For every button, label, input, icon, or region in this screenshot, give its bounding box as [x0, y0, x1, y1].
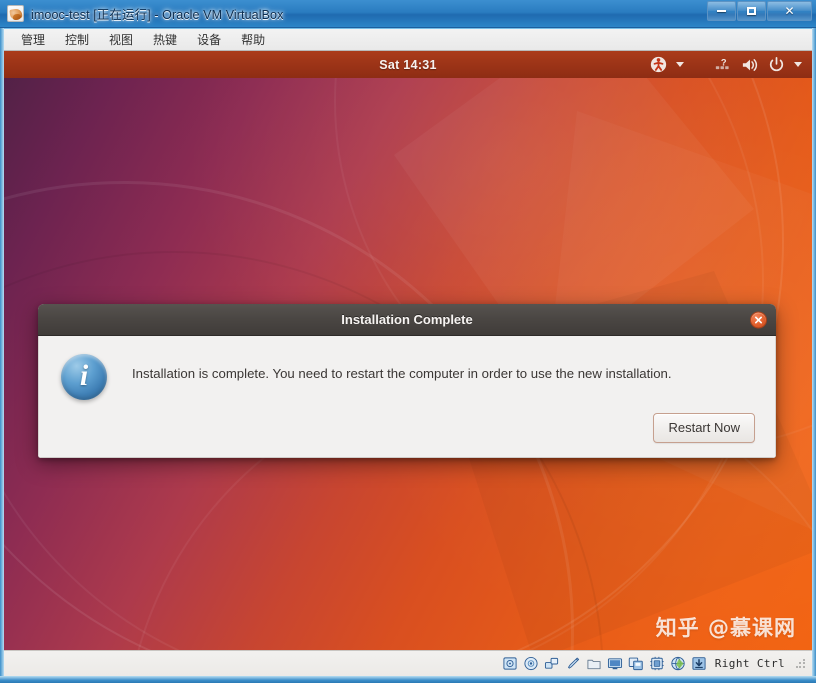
- chevron-down-icon[interactable]: [676, 62, 684, 67]
- accessibility-icon[interactable]: [650, 56, 667, 73]
- minimize-button[interactable]: [707, 1, 736, 21]
- virtualbox-window: imooc-test [正在运行] - Oracle VM VirtualBox…: [0, 0, 816, 683]
- minimize-icon: [717, 10, 726, 12]
- dialog-message: Installation is complete. You need to re…: [132, 366, 672, 381]
- maximize-icon: [747, 7, 756, 15]
- floppy-disk-icon[interactable]: [544, 656, 560, 671]
- cpu-icon[interactable]: [649, 656, 665, 671]
- keyboard-input-icon[interactable]: ?: [715, 57, 732, 72]
- hard-disk-icon[interactable]: [502, 656, 518, 671]
- menu-item-view[interactable]: 视图: [100, 29, 142, 50]
- watermark-text: 知乎 @慕课网: [655, 616, 796, 640]
- svg-text:?: ?: [721, 57, 727, 67]
- dialog-body: i Installation is complete. You need to …: [38, 336, 776, 458]
- menubar: 管理 控制 视图 热键 设备 帮助: [4, 29, 812, 51]
- menu-item-devices[interactable]: 设备: [188, 29, 230, 50]
- panel-indicators: ?: [650, 51, 802, 78]
- guest-screen[interactable]: Sat 14:31 ? 知乎 @慕课网 Installation Complet…: [4, 51, 812, 650]
- power-icon[interactable]: [768, 56, 785, 73]
- virtualbox-icon: [7, 5, 24, 22]
- ubuntu-top-panel: Sat 14:31 ?: [4, 51, 812, 78]
- optical-disk-icon[interactable]: [523, 656, 539, 671]
- chevron-down-icon[interactable]: [794, 62, 802, 67]
- shared-clipboard-icon[interactable]: [628, 656, 644, 671]
- virtualbox-statusbar: Right Ctrl: [4, 650, 812, 676]
- dialog-title: Installation Complete: [341, 312, 473, 327]
- close-icon: ✕: [784, 4, 795, 18]
- window-frame-bottom: [0, 676, 816, 683]
- close-icon: [754, 315, 763, 324]
- usb-icon[interactable]: [565, 656, 581, 671]
- restart-now-button[interactable]: Restart Now: [653, 413, 755, 443]
- installation-complete-dialog: Installation Complete i Installation is …: [38, 304, 776, 458]
- dialog-titlebar: Installation Complete: [38, 304, 776, 336]
- resize-grip[interactable]: [796, 658, 806, 669]
- info-icon-glyph: i: [79, 359, 89, 392]
- menu-item-control[interactable]: 控制: [56, 29, 98, 50]
- close-button[interactable]: ✕: [767, 1, 812, 21]
- window-frame-right: [812, 28, 816, 683]
- host-key-label: Right Ctrl: [714, 657, 785, 670]
- titlebar-left-group: imooc-test [正在运行] - Oracle VM VirtualBox: [0, 4, 283, 23]
- window-title: imooc-test [正在运行] - Oracle VM VirtualBox: [31, 8, 284, 22]
- volume-icon[interactable]: [741, 57, 759, 73]
- window-titlebar: imooc-test [正在运行] - Oracle VM VirtualBox…: [0, 0, 816, 28]
- network-icon[interactable]: [670, 656, 686, 671]
- virtualization-icon[interactable]: [691, 656, 707, 671]
- maximize-button[interactable]: [737, 1, 766, 21]
- shared-folder-icon[interactable]: [586, 656, 602, 671]
- display-icon[interactable]: [607, 656, 623, 671]
- menu-item-hotkey[interactable]: 热键: [144, 29, 186, 50]
- dialog-actions: Restart Now: [653, 413, 755, 443]
- window-controls: ✕: [707, 1, 812, 21]
- menu-item-help[interactable]: 帮助: [232, 29, 274, 50]
- info-icon: i: [61, 354, 107, 400]
- menu-item-manage[interactable]: 管理: [12, 29, 54, 50]
- dialog-close-button[interactable]: [750, 311, 767, 328]
